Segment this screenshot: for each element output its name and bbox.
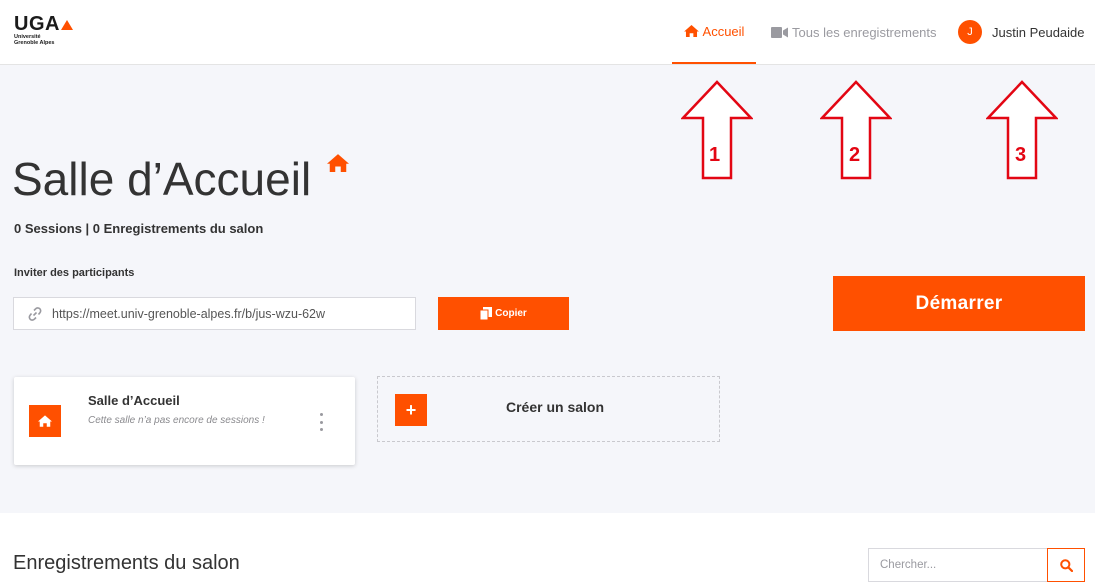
uga-logo[interactable]: UGA Université Grenoble Alpes — [14, 14, 74, 50]
nav-home-label: Accueil — [702, 23, 745, 39]
create-room-card[interactable]: + Créer un salon — [377, 376, 720, 442]
search-button[interactable] — [1047, 548, 1085, 582]
home-icon — [38, 415, 52, 427]
invite-url-text: https://meet.univ-grenoble-alpes.fr/b/ju… — [52, 306, 326, 321]
create-room-label: Créer un salon — [506, 399, 605, 415]
room-options-icon[interactable] — [318, 413, 324, 431]
copy-button[interactable]: Copier — [438, 297, 569, 330]
annotation-number-1: 1 — [709, 144, 721, 166]
annotation-number-3: 3 — [1015, 144, 1027, 166]
page-title: Salle d’Accueil — [12, 153, 312, 205]
search-icon — [1059, 558, 1073, 572]
home-icon — [683, 25, 699, 37]
logo-triangle-icon — [60, 20, 73, 30]
room-stats: 0 Sessions | 0 Enregistrements du salon — [14, 221, 264, 236]
plus-icon: + — [395, 394, 427, 426]
start-button[interactable]: Démarrer — [833, 276, 1085, 331]
nav-recordings-label: Tous les enregistrements — [792, 24, 937, 40]
annotation-number-2: 2 — [849, 144, 861, 166]
link-icon — [28, 306, 42, 321]
nav-recordings-tab[interactable]: Tous les enregistrements — [771, 0, 937, 64]
invite-label: Inviter des participants — [14, 267, 135, 279]
room-card-description: Cette salle n’a pas encore de sessions ! — [88, 415, 265, 426]
copy-button-label: Copier — [495, 308, 527, 319]
recordings-title: Enregistrements du salon — [13, 552, 240, 574]
user-menu[interactable]: J Justin Peudaide — [958, 0, 1085, 64]
home-icon — [327, 154, 349, 172]
video-camera-icon — [771, 26, 788, 38]
search-input[interactable]: Chercher... — [868, 548, 1048, 582]
logo-subtitle-2: Grenoble Alpes — [14, 40, 55, 46]
user-name: Justin Peudaide — [992, 24, 1085, 40]
copy-icon — [480, 307, 493, 320]
top-header: UGA Université Grenoble Alpes Accueil To… — [0, 0, 1095, 65]
room-card-name: Salle d’Accueil — [88, 393, 180, 408]
avatar: J — [958, 20, 982, 44]
invite-url-field[interactable]: https://meet.univ-grenoble-alpes.fr/b/ju… — [13, 297, 416, 330]
logo-text: UGA — [14, 13, 60, 35]
room-card[interactable]: Salle d’Accueil Cette salle n’a pas enco… — [14, 377, 355, 465]
room-home-icon — [29, 405, 61, 437]
nav-home-tab[interactable]: Accueil — [672, 0, 756, 64]
